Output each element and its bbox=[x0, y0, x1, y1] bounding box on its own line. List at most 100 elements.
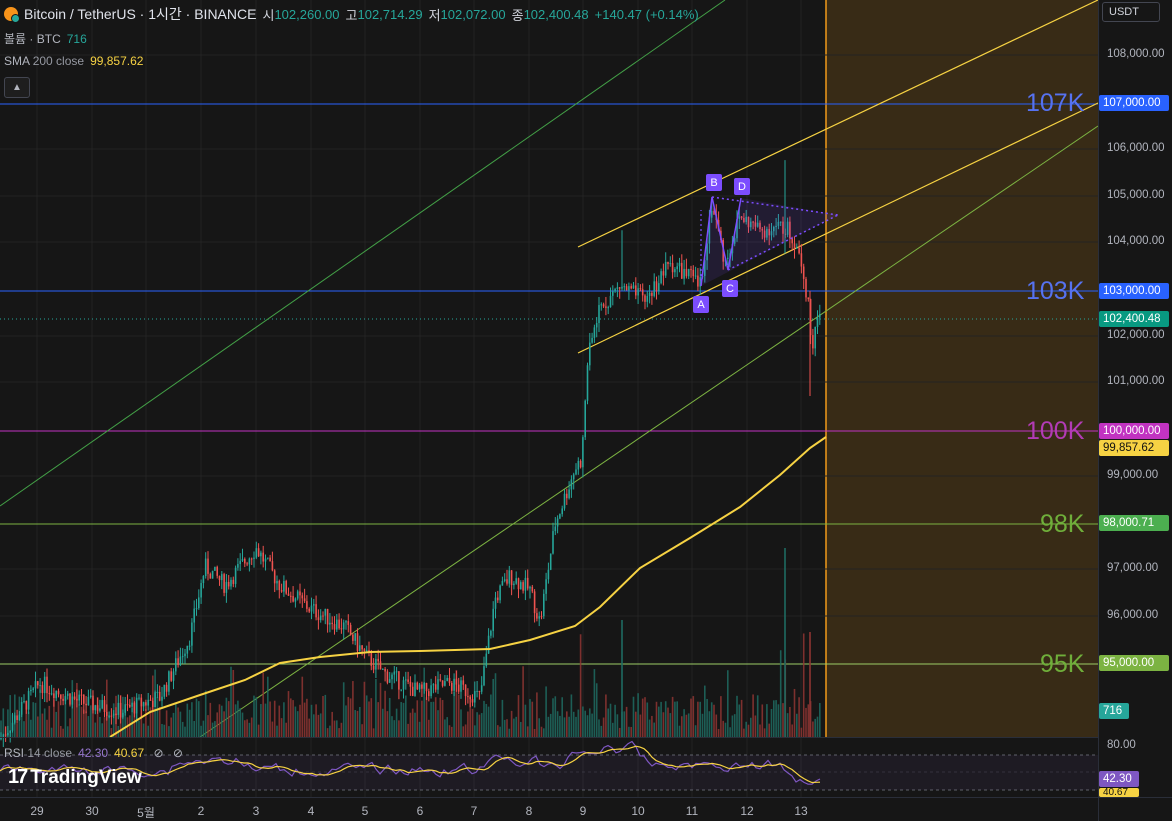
collapse-legend-button[interactable]: ▲ bbox=[4, 77, 30, 98]
rsi-legend[interactable]: RSI 14 close 42.30 40.67 ⊘ ⊘ bbox=[4, 746, 183, 760]
volume-bar bbox=[250, 717, 253, 737]
candle bbox=[237, 563, 239, 568]
candle bbox=[589, 342, 591, 366]
volume-bar bbox=[699, 701, 701, 737]
candle bbox=[338, 619, 340, 629]
volume-bar bbox=[326, 728, 329, 737]
candle bbox=[678, 262, 681, 267]
pattern-point-c[interactable]: C bbox=[722, 280, 738, 297]
tradingview-logo[interactable]: 17 TradingView bbox=[8, 766, 142, 789]
candle bbox=[655, 281, 658, 292]
volume-bar bbox=[582, 706, 584, 737]
volume-bar bbox=[69, 718, 71, 737]
volume-bar bbox=[267, 676, 269, 737]
volume-bar bbox=[584, 710, 586, 737]
candle bbox=[340, 628, 343, 630]
candle bbox=[32, 688, 34, 690]
volume-legend-value: 716 bbox=[66, 32, 87, 46]
volume-bar bbox=[60, 725, 62, 737]
volume-bar bbox=[793, 688, 796, 737]
volume-bar bbox=[586, 715, 589, 737]
volume-bar bbox=[637, 693, 639, 737]
volume-bar bbox=[773, 700, 775, 737]
candle bbox=[462, 680, 465, 685]
candle bbox=[152, 700, 154, 708]
volume-bar bbox=[432, 701, 435, 737]
pattern-point-a[interactable]: A bbox=[693, 296, 709, 313]
candle bbox=[310, 605, 313, 612]
volume-bar bbox=[175, 703, 177, 737]
candle bbox=[522, 582, 524, 591]
candle bbox=[198, 597, 200, 609]
candle bbox=[697, 275, 699, 287]
volume-bar bbox=[204, 690, 207, 737]
hidden-icon[interactable]: ⊘ bbox=[173, 746, 183, 760]
price-label-95k: 95,000.00 bbox=[1099, 655, 1169, 671]
volume-bar bbox=[766, 704, 768, 737]
symbol-title[interactable]: Bitcoin / TetherUS · 1시간 · BINANCE bbox=[24, 4, 256, 24]
candle bbox=[671, 263, 674, 273]
candle bbox=[543, 593, 545, 617]
candle bbox=[34, 681, 37, 689]
candle bbox=[294, 598, 297, 602]
candle bbox=[363, 649, 366, 651]
candle bbox=[101, 700, 103, 709]
candle bbox=[239, 560, 241, 564]
candle bbox=[685, 268, 688, 277]
volume-bar bbox=[158, 706, 161, 737]
volume-bar bbox=[556, 711, 559, 737]
volume-bar bbox=[184, 726, 186, 737]
candle bbox=[333, 624, 336, 630]
candle bbox=[451, 682, 453, 691]
candle bbox=[129, 704, 131, 707]
candle bbox=[156, 691, 159, 693]
candle bbox=[641, 289, 644, 296]
volume-bar bbox=[324, 694, 327, 737]
volume-bar bbox=[752, 694, 754, 737]
volume-bar bbox=[87, 716, 90, 737]
volume-bar bbox=[526, 726, 529, 737]
volume-bar bbox=[198, 701, 200, 737]
volume-bar bbox=[39, 689, 41, 737]
candle bbox=[559, 514, 561, 519]
volume-bar bbox=[681, 716, 683, 737]
time-axis-label: 5 bbox=[361, 804, 369, 818]
volume-bar bbox=[761, 704, 764, 737]
currency-button[interactable]: USDT bbox=[1102, 2, 1160, 22]
volume-bar bbox=[342, 682, 345, 737]
candle bbox=[30, 689, 32, 692]
candle bbox=[204, 558, 207, 577]
price-chart[interactable] bbox=[0, 0, 1172, 821]
volume-bar bbox=[805, 707, 807, 737]
candle bbox=[216, 566, 218, 576]
close-label: 종 bbox=[511, 7, 524, 23]
volume-bar bbox=[697, 701, 699, 737]
volume-legend[interactable]: 볼륨 · BTC 716 bbox=[4, 30, 87, 47]
volume-bar bbox=[225, 697, 228, 737]
eye-off-icon[interactable]: ⊘ bbox=[153, 746, 163, 760]
candle bbox=[246, 563, 248, 565]
candle bbox=[308, 608, 310, 612]
candle bbox=[188, 645, 191, 647]
price-label-100k: 100,000.00 bbox=[1099, 423, 1169, 439]
candle bbox=[384, 668, 386, 672]
volume-bar bbox=[2, 708, 5, 737]
candle bbox=[536, 613, 538, 619]
volume-bar bbox=[418, 721, 421, 737]
candle bbox=[469, 696, 471, 700]
candle bbox=[142, 702, 145, 707]
candle bbox=[609, 295, 612, 308]
volume-bar bbox=[800, 727, 803, 737]
volume-bar bbox=[678, 725, 681, 737]
volume-bar bbox=[333, 720, 336, 737]
volume-bar bbox=[352, 681, 354, 737]
volume-bar bbox=[299, 704, 301, 737]
pattern-point-b[interactable]: B bbox=[706, 174, 722, 191]
volume-bar bbox=[664, 701, 667, 737]
sma-legend[interactable]: SMA 200 close 99,857.62 bbox=[4, 54, 143, 68]
pattern-point-d[interactable]: D bbox=[734, 178, 750, 195]
volume-bar bbox=[478, 714, 481, 737]
candle bbox=[653, 281, 655, 296]
volume-bar bbox=[23, 721, 25, 737]
volume-bar bbox=[278, 705, 281, 737]
